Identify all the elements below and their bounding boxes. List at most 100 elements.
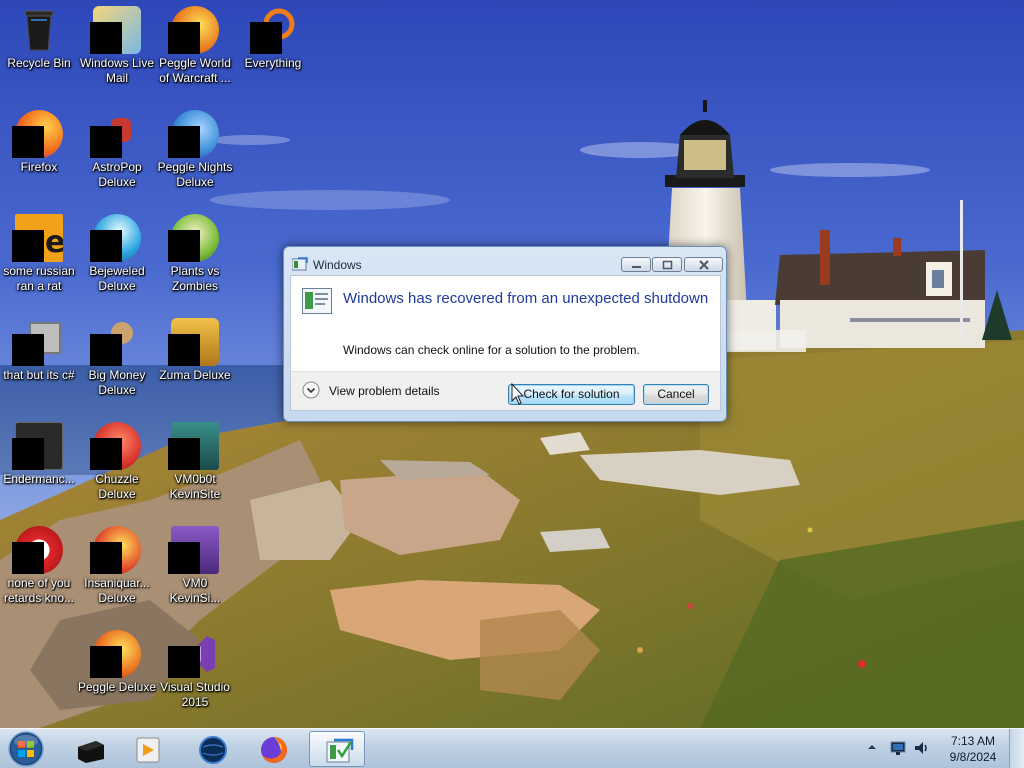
- desktop-icon-label: VM0 KevinSi...: [169, 576, 221, 605]
- java-app-icon: e: [12, 214, 63, 262]
- globe-browser-icon: [199, 736, 227, 764]
- desktop-icon-grid: Recycle Bin Windows Live Mail Peggle Wor…: [0, 0, 301, 728]
- vm0-kevinsite-icon: [168, 526, 219, 574]
- desktop-icon-label: AstroPop Deluxe: [92, 160, 142, 189]
- windows-live-mail-icon: [90, 6, 141, 54]
- desktop-icon-label: Visual Studio 2015: [160, 680, 230, 709]
- desktop-icon-peggle-deluxe[interactable]: Peggle Deluxe: [78, 624, 156, 724]
- chevron-down-icon: [302, 381, 320, 399]
- opera-icon: [12, 526, 63, 574]
- desktop-icon-vm0b0t-kevinsite[interactable]: VM0b0t KevinSite: [156, 416, 234, 516]
- error-reporting-icon: [292, 257, 308, 271]
- desktop-icon-insaniquarium-deluxe[interactable]: Insaniquar... Deluxe: [78, 520, 156, 620]
- desktop-icon-astropop-deluxe[interactable]: AstroPop Deluxe: [78, 104, 156, 204]
- desktop-icon-label: none of you retards kno...: [3, 576, 75, 605]
- taskbar-media-player-app[interactable]: [119, 731, 175, 767]
- astropop-deluxe-icon: [90, 110, 141, 158]
- media-player-icon: [136, 737, 160, 763]
- desktop-icon-label: Windows Live Mail: [79, 56, 155, 85]
- bejeweled-deluxe-icon: [90, 214, 141, 262]
- desktop-icon-label: Chuzzle Deluxe: [95, 472, 139, 501]
- taskbar-error-reporting-app[interactable]: [309, 731, 365, 767]
- svg-text:e: e: [45, 225, 63, 260]
- big-money-deluxe-icon: [90, 318, 141, 366]
- desktop-icon-zuma-deluxe[interactable]: Zuma Deluxe: [156, 312, 234, 412]
- show-desktop-button[interactable]: [1009, 729, 1024, 768]
- error-recovery-dialog: Windows Windows has recovered from an un…: [283, 246, 727, 422]
- start-orb-icon[interactable]: [6, 730, 46, 768]
- taskbar-terminal-app[interactable]: [62, 731, 118, 767]
- volume-icon[interactable]: [913, 740, 931, 756]
- desktop-icon-label: Endermanc...: [3, 472, 75, 486]
- desktop-icon-chuzzle-deluxe[interactable]: Chuzzle Deluxe: [78, 416, 156, 516]
- desktop-icon-label: Bejeweled Deluxe: [89, 264, 145, 293]
- clock-date: 9/8/2024: [949, 750, 997, 764]
- windows-error-reporting-icon: [326, 738, 354, 763]
- desktop-icon-endermanch[interactable]: Endermanc...: [0, 416, 78, 516]
- csharp-app-icon: [12, 318, 63, 366]
- network-icon[interactable]: [889, 740, 907, 756]
- firefox-icon: [12, 110, 63, 158]
- minimize-icon: [632, 266, 641, 268]
- dialog-message: Windows can check online for a solution …: [343, 343, 640, 357]
- desktop-icon-label: Big Money Deluxe: [88, 368, 146, 397]
- desktop-icon-none-of-you[interactable]: none of you retards kno...: [0, 520, 78, 620]
- desktop-icon-windows-live-mail[interactable]: Windows Live Mail: [78, 0, 156, 100]
- close-icon: [699, 260, 709, 270]
- check-for-solution-button[interactable]: Check for solution: [508, 384, 635, 405]
- desktop-icon-label: Recycle Bin: [7, 56, 71, 70]
- recycle-bin-icon: [15, 6, 63, 54]
- desktop-icon-label: Plants vs Zombies: [170, 264, 220, 293]
- view-problem-details-label: View problem details: [329, 384, 440, 398]
- peggle-world-of-warcraft-icon: [168, 6, 219, 54]
- desktop-icon-everything[interactable]: Everything: [234, 0, 312, 100]
- desktop-icon-some-russian-ran-a-rat[interactable]: e some russian ran a rat: [0, 208, 78, 308]
- desktop-icon-peggle-nights-deluxe[interactable]: Peggle Nights Deluxe: [156, 104, 234, 204]
- desktop-icon-label: Peggle World of Warcraft ...: [159, 56, 231, 85]
- endermanch-icon: [12, 422, 63, 470]
- everything-search-icon: [249, 6, 297, 54]
- minimize-button[interactable]: [621, 257, 651, 272]
- desktop-icon-visual-studio-2015[interactable]: Visual Studio 2015: [156, 624, 234, 724]
- visual-studio-2015-icon: [168, 630, 219, 678]
- show-hidden-icons-icon[interactable]: [866, 741, 878, 753]
- desktop-icon-bejeweled-deluxe[interactable]: Bejeweled Deluxe: [78, 208, 156, 308]
- cancel-button[interactable]: Cancel: [643, 384, 709, 405]
- desktop-icon-label: Zuma Deluxe: [159, 368, 231, 382]
- plants-vs-zombies-icon: [168, 214, 219, 262]
- desktop-icon-recycle-bin[interactable]: Recycle Bin: [0, 0, 78, 100]
- dialog-title: Windows: [313, 258, 362, 272]
- maximize-button[interactable]: [652, 257, 682, 272]
- terminal-app-icon: [78, 741, 104, 763]
- desktop-icon-peggle-world-of-warcraft[interactable]: Peggle World of Warcraft ...: [156, 0, 234, 100]
- taskbar-firefox-app[interactable]: [245, 731, 301, 767]
- zuma-deluxe-icon: [168, 318, 219, 366]
- clock-time: 7:13 AM: [950, 734, 996, 748]
- dialog-content: Windows has recovered from an unexpected…: [290, 275, 721, 372]
- firefox-icon: [261, 737, 287, 763]
- taskbar: 7:13 AM 9/8/2024: [0, 728, 1024, 768]
- desktop-icon-label: Insaniquar... Deluxe: [84, 576, 150, 605]
- taskbar-globe-browser-app[interactable]: [184, 731, 240, 767]
- desktop-icon-vm0-kevinsite[interactable]: VM0 KevinSi...: [156, 520, 234, 620]
- peggle-deluxe-icon: [90, 630, 141, 678]
- desktop-icon-that-but-its-csharp[interactable]: that but its c#: [0, 312, 78, 412]
- dialog-heading: Windows has recovered from an unexpected…: [343, 290, 709, 307]
- system-clock[interactable]: 7:13 AM 9/8/2024: [938, 733, 1008, 765]
- chuzzle-deluxe-icon: [90, 422, 141, 470]
- maximize-icon: [662, 260, 673, 270]
- desktop-icon-label: some russian ran a rat: [3, 264, 75, 293]
- desktop-icon-label: that but its c#: [3, 368, 75, 382]
- peggle-nights-deluxe-icon: [168, 110, 219, 158]
- desktop-icon-label: VM0b0t KevinSite: [169, 472, 221, 501]
- desktop-icon-firefox[interactable]: Firefox: [0, 104, 78, 204]
- desktop-icon-plants-vs-zombies[interactable]: Plants vs Zombies: [156, 208, 234, 308]
- desktop-icon-label: Everything: [244, 56, 302, 70]
- vm0b0t-kevinsite-icon: [168, 422, 219, 470]
- desktop-icon-big-money-deluxe[interactable]: Big Money Deluxe: [78, 312, 156, 412]
- insaniquarium-deluxe-icon: [90, 526, 141, 574]
- desktop-icon-label: Firefox: [20, 160, 58, 174]
- desktop-icon-label: Peggle Nights Deluxe: [157, 160, 233, 189]
- close-button[interactable]: [684, 257, 723, 272]
- windows-error-icon: [302, 288, 332, 314]
